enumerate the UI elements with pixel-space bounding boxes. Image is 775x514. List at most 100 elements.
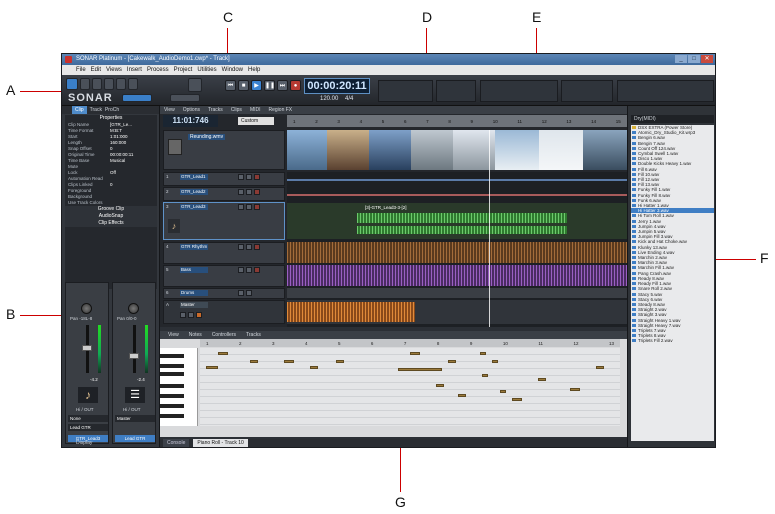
midi-note[interactable] <box>336 360 344 363</box>
arm-button[interactable] <box>254 174 260 180</box>
record-button[interactable]: ● <box>290 80 301 91</box>
tab-track[interactable]: Track <box>90 106 102 114</box>
maximize-button[interactable]: □ <box>688 55 700 63</box>
menu-views[interactable]: Views <box>106 65 122 75</box>
channel-name[interactable]: Lead GTR <box>115 435 155 442</box>
track-header-2[interactable]: 2 GTR_Lead2 <box>163 187 285 201</box>
pause-button[interactable]: ❚❚ <box>264 80 275 91</box>
midi-note[interactable] <box>458 394 466 397</box>
midi-note[interactable] <box>596 366 604 369</box>
mute-button[interactable] <box>238 189 244 195</box>
move-tool-button[interactable] <box>92 78 102 90</box>
menu-edit[interactable]: Edit <box>91 65 101 75</box>
snap-button[interactable] <box>122 94 152 102</box>
piano-roll-ruler[interactable]: 1 2 3 4 5 6 7 8 9 10 11 12 13 <box>200 339 620 347</box>
midi-note[interactable] <box>492 360 498 363</box>
midi-note[interactable] <box>538 378 546 381</box>
clip-lane-4[interactable] <box>287 242 627 263</box>
midi-note[interactable] <box>482 374 488 377</box>
midi-note[interactable] <box>448 360 456 363</box>
timeline-ruler[interactable]: 1 2 3 4 5 6 7 8 9 10 11 12 13 14 15 <box>287 115 627 127</box>
fader-cap[interactable] <box>82 345 92 351</box>
track-header-5[interactable]: 5 Bass <box>163 265 285 287</box>
midi-note[interactable] <box>284 360 294 363</box>
midi-note[interactable] <box>218 352 228 355</box>
track-name[interactable]: GTR_Lead2 <box>180 189 208 195</box>
select-tool-button[interactable] <box>80 78 90 90</box>
midi-note[interactable] <box>410 352 420 355</box>
browser-item[interactable]: Triplets Fill 2.wav <box>631 338 714 343</box>
arm-button[interactable] <box>254 244 260 250</box>
clip-lane-1[interactable] <box>287 174 627 186</box>
track-menu-tracks[interactable]: Tracks <box>208 106 223 114</box>
mute-button[interactable] <box>238 244 244 250</box>
note-grid[interactable] <box>200 348 620 426</box>
track-name[interactable]: GTR_Lead3 <box>180 204 208 210</box>
midi-note[interactable] <box>310 366 318 369</box>
play-button[interactable]: ▶ <box>251 80 262 91</box>
stop-button[interactable]: ■ <box>238 80 249 91</box>
midi-note[interactable] <box>570 388 580 391</box>
groove-clip-section[interactable]: Groove Clip <box>65 206 157 213</box>
menu-help[interactable]: Help <box>248 65 260 75</box>
track-name[interactable]: GTR_Lead1 <box>180 174 208 180</box>
midi-note[interactable] <box>436 384 444 387</box>
track-name[interactable]: GTR Rhythm <box>180 244 208 250</box>
master-lane[interactable] <box>287 300 627 324</box>
solo-button[interactable] <box>246 189 252 195</box>
now-time-display[interactable]: 00:00:20:11 <box>304 78 370 94</box>
master-name[interactable]: Master <box>180 302 208 308</box>
solo-button[interactable] <box>246 174 252 180</box>
close-button[interactable]: ✕ <box>701 55 713 63</box>
pan-knob[interactable] <box>128 303 139 314</box>
fader-cap[interactable] <box>129 353 139 359</box>
mute-button[interactable] <box>238 174 244 180</box>
track-header-6[interactable]: 6 Drums <box>163 288 285 299</box>
mute-button[interactable] <box>238 204 244 210</box>
pr-menu-view[interactable]: View <box>168 331 179 339</box>
track-header-4[interactable]: 4 GTR Rhythm <box>163 242 285 264</box>
clip-lane-6[interactable] <box>287 288 627 298</box>
tab-piano-roll[interactable]: Piano Roll - Track 10 <box>193 439 248 447</box>
midi-note[interactable] <box>500 390 506 393</box>
solo-button[interactable] <box>246 290 252 296</box>
midi-note[interactable] <box>398 368 442 371</box>
midi-note[interactable] <box>512 398 522 401</box>
minimize-button[interactable]: _ <box>675 55 687 63</box>
clip-effects-section[interactable]: Clip Effects <box>65 220 157 227</box>
forward-button[interactable]: ⏭ <box>277 80 288 91</box>
tempo-display[interactable]: 120.00 <box>320 96 338 102</box>
draw-tool-button[interactable] <box>116 78 126 90</box>
pr-menu-notes[interactable]: Notes <box>189 331 202 339</box>
tab-console[interactable]: Console <box>163 439 190 447</box>
clip-lane-3[interactable]: [3]-GTR_Lead3-3-[2] <box>287 203 627 239</box>
input-select[interactable]: Master <box>115 415 155 422</box>
mute-button[interactable] <box>238 267 244 273</box>
pr-menu-controllers[interactable]: Controllers <box>212 331 236 339</box>
menu-insert[interactable]: Insert <box>127 65 142 75</box>
master-bus-header[interactable]: A Master <box>163 300 285 324</box>
pr-menu-tracks[interactable]: Tracks <box>246 331 261 339</box>
arm-button[interactable] <box>254 267 260 273</box>
mute-button[interactable] <box>238 290 244 296</box>
piano-keyboard[interactable] <box>160 348 198 426</box>
tab-prochannel[interactable]: ProCh <box>105 106 119 114</box>
erase-tool-button[interactable] <box>128 78 138 90</box>
video-name[interactable]: Reunding.wmv <box>188 134 226 140</box>
track-menu-midi[interactable]: MIDI <box>250 106 261 114</box>
track-menu-options[interactable]: Options <box>183 106 200 114</box>
master-solo-button[interactable] <box>188 312 194 318</box>
smart-tool-button[interactable] <box>66 78 78 90</box>
master-fx-button[interactable] <box>196 312 202 318</box>
rewind-button[interactable]: ⏮ <box>225 80 236 91</box>
browser-folder-select[interactable]: Dry(MIDI) <box>631 115 714 123</box>
menu-file[interactable]: File <box>76 65 86 75</box>
menu-project[interactable]: Project <box>174 65 193 75</box>
track-header-3[interactable]: 3 GTR_Lead3 ♪ <box>163 202 285 240</box>
clip-lane-2[interactable] <box>287 189 627 201</box>
midi-note[interactable] <box>250 360 258 363</box>
marks-button[interactable] <box>188 78 202 92</box>
track-menu-clips[interactable]: Clips <box>231 106 242 114</box>
display-button[interactable]: Display <box>76 440 92 446</box>
group-dropdown[interactable]: Custom <box>238 117 274 125</box>
